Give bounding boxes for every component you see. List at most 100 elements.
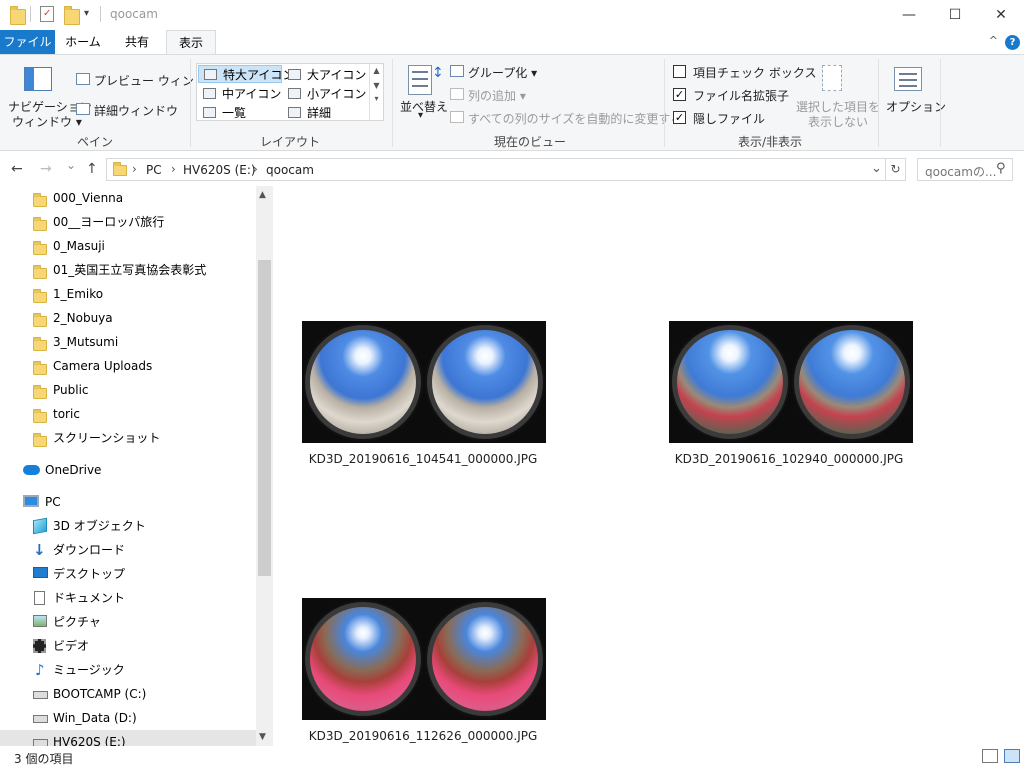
- extra-large-icons-option[interactable]: 特大アイコン: [198, 65, 294, 83]
- large-icons-view-icon[interactable]: [1004, 749, 1020, 763]
- medium-icons-label: 中アイコン: [222, 87, 282, 101]
- file-name-extensions-checkbox[interactable]: ✓: [673, 88, 686, 101]
- nav-item-downloads[interactable]: ↓ ダウンロード: [0, 538, 256, 562]
- drive-icon: [33, 715, 48, 723]
- folder-icon: [33, 361, 47, 375]
- nav-item-rps-ceremony[interactable]: 01_英国王立写真協会表彰式: [0, 258, 256, 282]
- item-check-boxes-checkbox[interactable]: [673, 65, 686, 78]
- nav-item-label: 00__ヨーロッパ旅行: [53, 215, 165, 229]
- nav-item-music[interactable]: ♪ ミュージック: [0, 658, 256, 682]
- nav-item-bootcamp-drive[interactable]: BOOTCAMP (C:): [0, 682, 256, 706]
- small-icons-label: 小アイコン: [307, 87, 367, 101]
- file-item[interactable]: KD3D_20190616_102940_000000.JPG: [659, 320, 919, 468]
- recent-locations-dropdown[interactable]: ⌄: [66, 158, 76, 172]
- downloads-icon: ↓: [33, 541, 46, 559]
- quick-access-dropdown-icon[interactable]: ▾: [84, 8, 89, 19]
- file-thumbnail: [669, 321, 913, 443]
- large-icons-icon: [288, 69, 301, 80]
- group-by-button[interactable]: グループ化 ▾: [468, 64, 537, 81]
- nav-item-onedrive[interactable]: OneDrive: [0, 458, 256, 482]
- divider: [940, 59, 941, 147]
- minimize-button[interactable]: —: [886, 0, 932, 30]
- breadcrumb-drive[interactable]: HV620S (E:): [183, 163, 256, 177]
- item-count: 3 個の項目: [14, 752, 74, 766]
- back-button[interactable]: ←: [11, 161, 23, 177]
- breadcrumb-pc[interactable]: PC: [146, 163, 162, 177]
- list-label: 一覧: [222, 106, 247, 120]
- nav-item-emiko[interactable]: 1_Emiko: [0, 282, 256, 306]
- nav-item-documents[interactable]: ドキュメント: [0, 586, 256, 610]
- nav-item-screenshots[interactable]: スクリーンショット: [0, 426, 256, 450]
- size-all-columns-button[interactable]: すべての列のサイズを自動的に変更する: [468, 110, 682, 127]
- window-title: qoocam: [110, 7, 158, 21]
- help-icon[interactable]: ?: [1005, 35, 1020, 50]
- address-bar[interactable]: › PC › HV620S (E:) › qoocam ⌄: [106, 158, 886, 181]
- scroll-up-button[interactable]: ▲: [259, 190, 266, 200]
- nav-item-label: ピクチャ: [53, 615, 101, 629]
- navigation-pane-button-line2[interactable]: ウィンドウ ▾: [12, 113, 82, 130]
- nav-item-camera-uploads[interactable]: Camera Uploads: [0, 354, 256, 378]
- tab-file[interactable]: ファイル: [0, 30, 55, 54]
- hidden-items-checkbox[interactable]: ✓: [673, 111, 686, 124]
- nav-item-label: ドキュメント: [53, 591, 126, 605]
- tab-view[interactable]: 表示: [166, 30, 216, 55]
- nav-item-000-vienna[interactable]: 000_Vienna: [0, 186, 256, 210]
- nav-item-label: スクリーンショット: [53, 431, 161, 445]
- file-item[interactable]: KD3D_20190616_112626_000000.JPG: [293, 597, 553, 745]
- refresh-button[interactable]: ↻: [886, 158, 906, 181]
- group-label-pane: ペイン: [76, 135, 113, 149]
- address-dropdown-icon[interactable]: ⌄: [871, 161, 882, 176]
- file-name: KD3D_20190616_102940_000000.JPG: [674, 452, 904, 466]
- file-item[interactable]: KD3D_20190616_104541_000000.JPG: [293, 320, 553, 468]
- breadcrumb-qoocam[interactable]: qoocam: [266, 163, 314, 177]
- list-option[interactable]: 一覧: [198, 104, 246, 122]
- forward-button[interactable]: →: [40, 161, 52, 177]
- layout-gallery-scroll[interactable]: ▲ ▼ ▾: [369, 64, 383, 120]
- nav-item-pictures[interactable]: ピクチャ: [0, 610, 256, 634]
- nav-item-nobuya[interactable]: 2_Nobuya: [0, 306, 256, 330]
- details-view-icon[interactable]: [982, 749, 998, 763]
- nav-item-label: 3D オブジェクト: [53, 519, 146, 533]
- large-icons-option[interactable]: 大アイコン: [283, 66, 366, 84]
- nav-item-label: 01_英国王立写真協会表彰式: [53, 263, 207, 277]
- maximize-button[interactable]: ☐: [932, 0, 978, 30]
- collapse-ribbon-icon[interactable]: ^: [989, 34, 998, 47]
- nav-item-hv620s-drive[interactable]: HV620S (E:): [0, 730, 256, 746]
- nav-item-desktop[interactable]: デスクトップ: [0, 562, 256, 586]
- nav-item-toric[interactable]: toric: [0, 402, 256, 426]
- new-folder-icon[interactable]: [64, 6, 80, 25]
- search-input[interactable]: qoocamの... ⚲: [917, 158, 1013, 181]
- videos-icon: [33, 639, 46, 653]
- nav-item-3d-objects[interactable]: 3D オブジェクト: [0, 514, 256, 538]
- nav-item-label: 0_Masuji: [53, 239, 105, 253]
- nav-item-masuji[interactable]: 0_Masuji: [0, 234, 256, 258]
- sort-by-button[interactable]: 並べ替え: [400, 98, 448, 115]
- close-button[interactable]: ✕: [978, 0, 1024, 30]
- small-icons-option[interactable]: 小アイコン: [283, 85, 366, 103]
- medium-icons-option[interactable]: 中アイコン: [198, 85, 281, 103]
- nav-item-win-data-drive[interactable]: Win_Data (D:): [0, 706, 256, 730]
- nav-item-public[interactable]: Public: [0, 378, 256, 402]
- preview-pane-icon: [76, 73, 90, 85]
- nav-item-videos[interactable]: ビデオ: [0, 634, 256, 658]
- sort-by-dropdown-icon[interactable]: ▾: [418, 110, 423, 121]
- add-columns-button[interactable]: 列の追加 ▾: [468, 87, 526, 104]
- nav-item-mutsumi[interactable]: 3_Mutsumi: [0, 330, 256, 354]
- scroll-down-button[interactable]: ▼: [259, 732, 266, 742]
- details-pane-button[interactable]: 詳細ウィンドウ: [94, 102, 178, 119]
- properties-icon[interactable]: ✓: [40, 6, 54, 22]
- tab-home[interactable]: ホーム: [58, 30, 108, 54]
- details-option[interactable]: 詳細: [283, 104, 331, 122]
- up-button[interactable]: ↑: [86, 161, 98, 177]
- scrollbar-thumb[interactable]: [258, 260, 271, 576]
- nav-item-europe-trip[interactable]: 00__ヨーロッパ旅行: [0, 210, 256, 234]
- options-button[interactable]: オプション: [886, 98, 946, 115]
- nav-pane-scrollbar[interactable]: ▲ ▼: [256, 186, 273, 746]
- search-placeholder: qoocamの...: [925, 165, 997, 179]
- tab-share[interactable]: 共有: [113, 30, 161, 54]
- hidden-items-label: 隠しファイル: [693, 112, 766, 126]
- nav-item-label: 3_Mutsumi: [53, 335, 119, 349]
- hide-selected-items-button-line2[interactable]: 表示しない: [808, 113, 868, 130]
- divider: [30, 6, 31, 22]
- nav-item-pc[interactable]: PC: [0, 490, 256, 514]
